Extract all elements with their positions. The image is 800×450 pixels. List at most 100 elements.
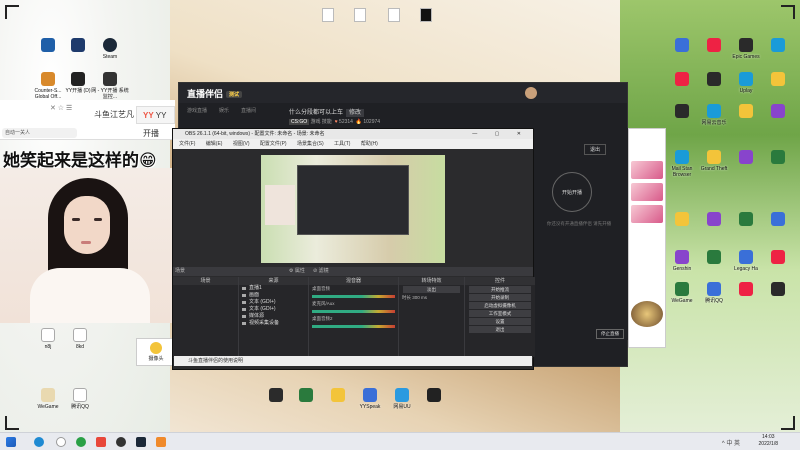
sources-panel: 来源 直播1 画面 文本 (GDI+) 文本 (GDI+) 媒体源 视频采集设备 [239, 277, 309, 357]
game-card[interactable] [631, 161, 663, 179]
file-icon[interactable]: 8kd [60, 328, 100, 350]
system-tray[interactable]: ^ 中 英 [722, 438, 740, 447]
mixer-channel: 麦克风/Aux [312, 301, 335, 306]
camera-widget[interactable]: 摄像头 [136, 338, 176, 366]
desktop-icon[interactable] [758, 72, 798, 88]
game-card[interactable] [631, 183, 663, 201]
start-recording-button[interactable]: 开始录制 [469, 294, 531, 301]
obs-icon[interactable] [116, 437, 126, 447]
camera-icon [150, 342, 162, 354]
source-item[interactable]: 媒体源 [239, 313, 308, 320]
menu-help[interactable]: 帮助(H) [361, 141, 378, 147]
start-icon[interactable] [6, 437, 16, 447]
webcam-feed [0, 168, 178, 323]
mixer-channel: 桌面音频 [312, 286, 330, 291]
virtual-camera-button[interactable]: 启动虚拟摄像机 [469, 302, 531, 309]
volume-meter[interactable] [312, 325, 395, 328]
game-emblem[interactable] [631, 301, 663, 327]
desktop-icon[interactable] [758, 38, 798, 54]
search-icon[interactable] [56, 437, 66, 447]
edge-icon[interactable] [34, 437, 44, 447]
obs-titlebar: OBS 26.1.1 (64-bit, windows) - 配置文件: 未命名… [173, 129, 533, 139]
obs-window: OBS 26.1.1 (64-bit, windows) - 配置文件: 未命名… [172, 128, 535, 370]
start-live-button[interactable]: 开始开播 [552, 172, 592, 212]
menu-tools[interactable]: 工具(T) [334, 141, 350, 147]
frame-corner [5, 416, 19, 430]
settings-button[interactable]: 设置 [469, 318, 531, 325]
desktop-icon[interactable] [758, 250, 798, 266]
filters-button[interactable]: ⊘ 滤镜 [313, 267, 329, 276]
mixer-channel: 桌面音频2 [312, 316, 333, 321]
start-streaming-button[interactable]: 开始推流 [469, 286, 531, 293]
file-icon[interactable]: 腾讯QQ [60, 388, 100, 410]
stream-stats: CS:GO 游戏 技能 ♥ 52314 🔥 102974 [289, 119, 381, 125]
steam-icon[interactable]: Steam [90, 38, 130, 60]
app-icon[interactable] [420, 8, 432, 22]
studio-mode-button[interactable]: 工作室模式 [469, 310, 531, 317]
source-item[interactable]: 文本 (GDI+) [239, 299, 308, 306]
desktop-icon[interactable] [758, 150, 798, 166]
browser-controls[interactable]: ✕ ☆ ☰ [50, 104, 72, 112]
source-item[interactable]: 文本 (GDI+) [239, 306, 308, 313]
companion-icon[interactable] [156, 437, 166, 447]
window-controls[interactable]: — ▢ ✕ [472, 129, 529, 139]
desktop-icon[interactable] [758, 212, 798, 228]
browser-window: 斗鱼江艺凡 YY YY开播 自动一关人 ✕ ☆ ☰ [0, 100, 175, 140]
duration-row: 时长 300 ms [402, 295, 428, 300]
menu-file[interactable]: 文件(F) [179, 141, 195, 147]
source-item[interactable]: 视频采集设备 [239, 320, 308, 327]
volume-meter[interactable] [312, 310, 395, 313]
obs-menubar: 文件(F) 编辑(E) 视图(V) 配置文件(P) 场景集合(S) 工具(T) … [173, 139, 533, 149]
edit-title-button[interactable]: 修改 [346, 109, 365, 117]
file-icon[interactable] [354, 8, 366, 22]
game-panel [628, 128, 666, 348]
transition-select[interactable]: 淡出 [403, 286, 460, 293]
transitions-panel: 转场特效 淡出 时长 300 ms [399, 277, 465, 357]
avatar[interactable] [525, 87, 537, 99]
stop-live-button[interactable]: 停止直播 [596, 329, 624, 339]
menu-scene-collection[interactable]: 场景集合(S) [297, 141, 324, 147]
address-bar[interactable]: 自动一关人 [2, 128, 77, 138]
stream-title[interactable]: 什么分段都可以上车 修改 [289, 107, 365, 117]
volume-meter[interactable] [312, 295, 395, 298]
obs-preview[interactable] [261, 155, 445, 263]
taskbar: ^ 中 英 14:03 2022/1/8 [0, 432, 800, 450]
companion-footer: 停止直播 [540, 329, 628, 340]
menu-profile[interactable]: 配置文件(P) [260, 141, 287, 147]
mixer-panel: 混音器 桌面音频 麦克风/Aux 桌面音频2 [309, 277, 399, 357]
steam-icon[interactable] [136, 437, 146, 447]
dock-title: 场景 [175, 268, 186, 274]
companion-notice[interactable]: 斗鱼直播伴侣的使用说明 [174, 356, 532, 366]
monitor-icon[interactable]: 网 - YY开播 系统监控... [90, 72, 130, 100]
tab-yy[interactable]: YY YY开播 [136, 106, 175, 138]
live-tip: 你还没有开通直播伴侣 请先开播 [546, 221, 612, 226]
wechat-icon[interactable] [76, 437, 86, 447]
file-icon[interactable] [388, 8, 400, 22]
obs-dock-bar: ⚙ 属性 ⊘ 滤镜 场景 [173, 267, 533, 276]
frame-corner [781, 416, 795, 430]
companion-live-panel: 退出 开始开播 你还没有开通直播伴侣 请先开播 [534, 128, 628, 340]
tab-douyu[interactable]: 斗鱼江艺凡 [88, 106, 140, 124]
source-item[interactable]: 画面 [239, 292, 308, 299]
controls-panel: 控件 开始推流 开始录制 启动虚拟摄像机 工作室模式 设置 退出 [465, 277, 535, 357]
companion-nav[interactable]: 游戏直播 娱乐 直播间 [187, 107, 268, 114]
menu-view[interactable]: 视图(V) [233, 141, 250, 147]
source-item[interactable]: 直播1 [239, 285, 308, 292]
clock[interactable]: 14:03 2022/1/8 [759, 434, 778, 448]
properties-button[interactable]: ⚙ 属性 [289, 267, 305, 276]
exit-button[interactable]: 退出 [469, 326, 531, 333]
menu-edit[interactable]: 编辑(E) [206, 141, 223, 147]
app-icon[interactable] [96, 437, 106, 447]
frame-corner [781, 5, 795, 19]
duration-input[interactable]: 300 ms [412, 295, 427, 300]
file-icon[interactable] [322, 8, 334, 22]
desktop-icon[interactable] [414, 388, 454, 404]
scenes-panel: 场景 [173, 277, 239, 357]
companion-header: 直播伴侣 测试 [179, 83, 627, 103]
desktop-icon[interactable] [758, 104, 798, 120]
companion-logo: 直播伴侣 测试 [187, 87, 243, 100]
desktop-icon[interactable] [758, 282, 798, 298]
game-card[interactable] [631, 205, 663, 223]
exit-button[interactable]: 退出 [584, 144, 607, 155]
frame-corner [5, 5, 19, 19]
